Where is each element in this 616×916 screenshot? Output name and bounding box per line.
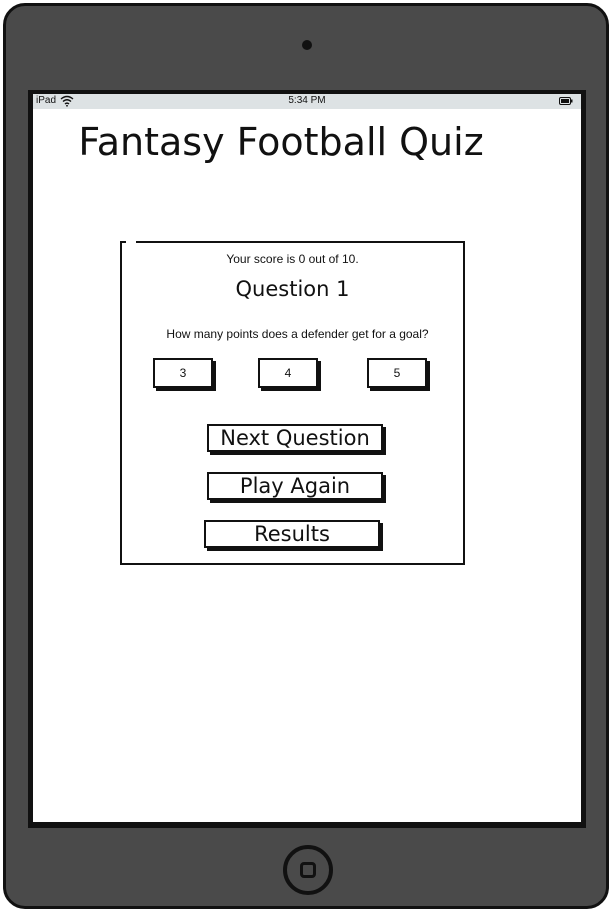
status-time: 5:34 PM xyxy=(288,95,326,106)
page-title: Fantasy Football Quiz xyxy=(78,120,484,164)
results-button[interactable]: Results xyxy=(204,520,380,548)
score-text: Your score is 0 out of 10. xyxy=(226,252,359,266)
next-question-button[interactable]: Next Question xyxy=(207,424,383,452)
question-title: Question 1 xyxy=(235,277,350,301)
battery-icon xyxy=(559,97,573,105)
camera-icon xyxy=(302,40,312,50)
question-text: How many points does a defender get for … xyxy=(166,327,429,341)
answer-button-2[interactable]: 4 xyxy=(258,358,318,388)
quiz-panel-notch xyxy=(126,239,136,243)
home-button-icon[interactable] xyxy=(283,845,333,895)
play-again-button[interactable]: Play Again xyxy=(207,472,383,500)
answer-button-1[interactable]: 3 xyxy=(153,358,213,388)
status-bar: iPad 5:34 PM xyxy=(33,94,581,109)
answer-button-3[interactable]: 5 xyxy=(367,358,427,388)
home-square-icon xyxy=(300,862,316,878)
